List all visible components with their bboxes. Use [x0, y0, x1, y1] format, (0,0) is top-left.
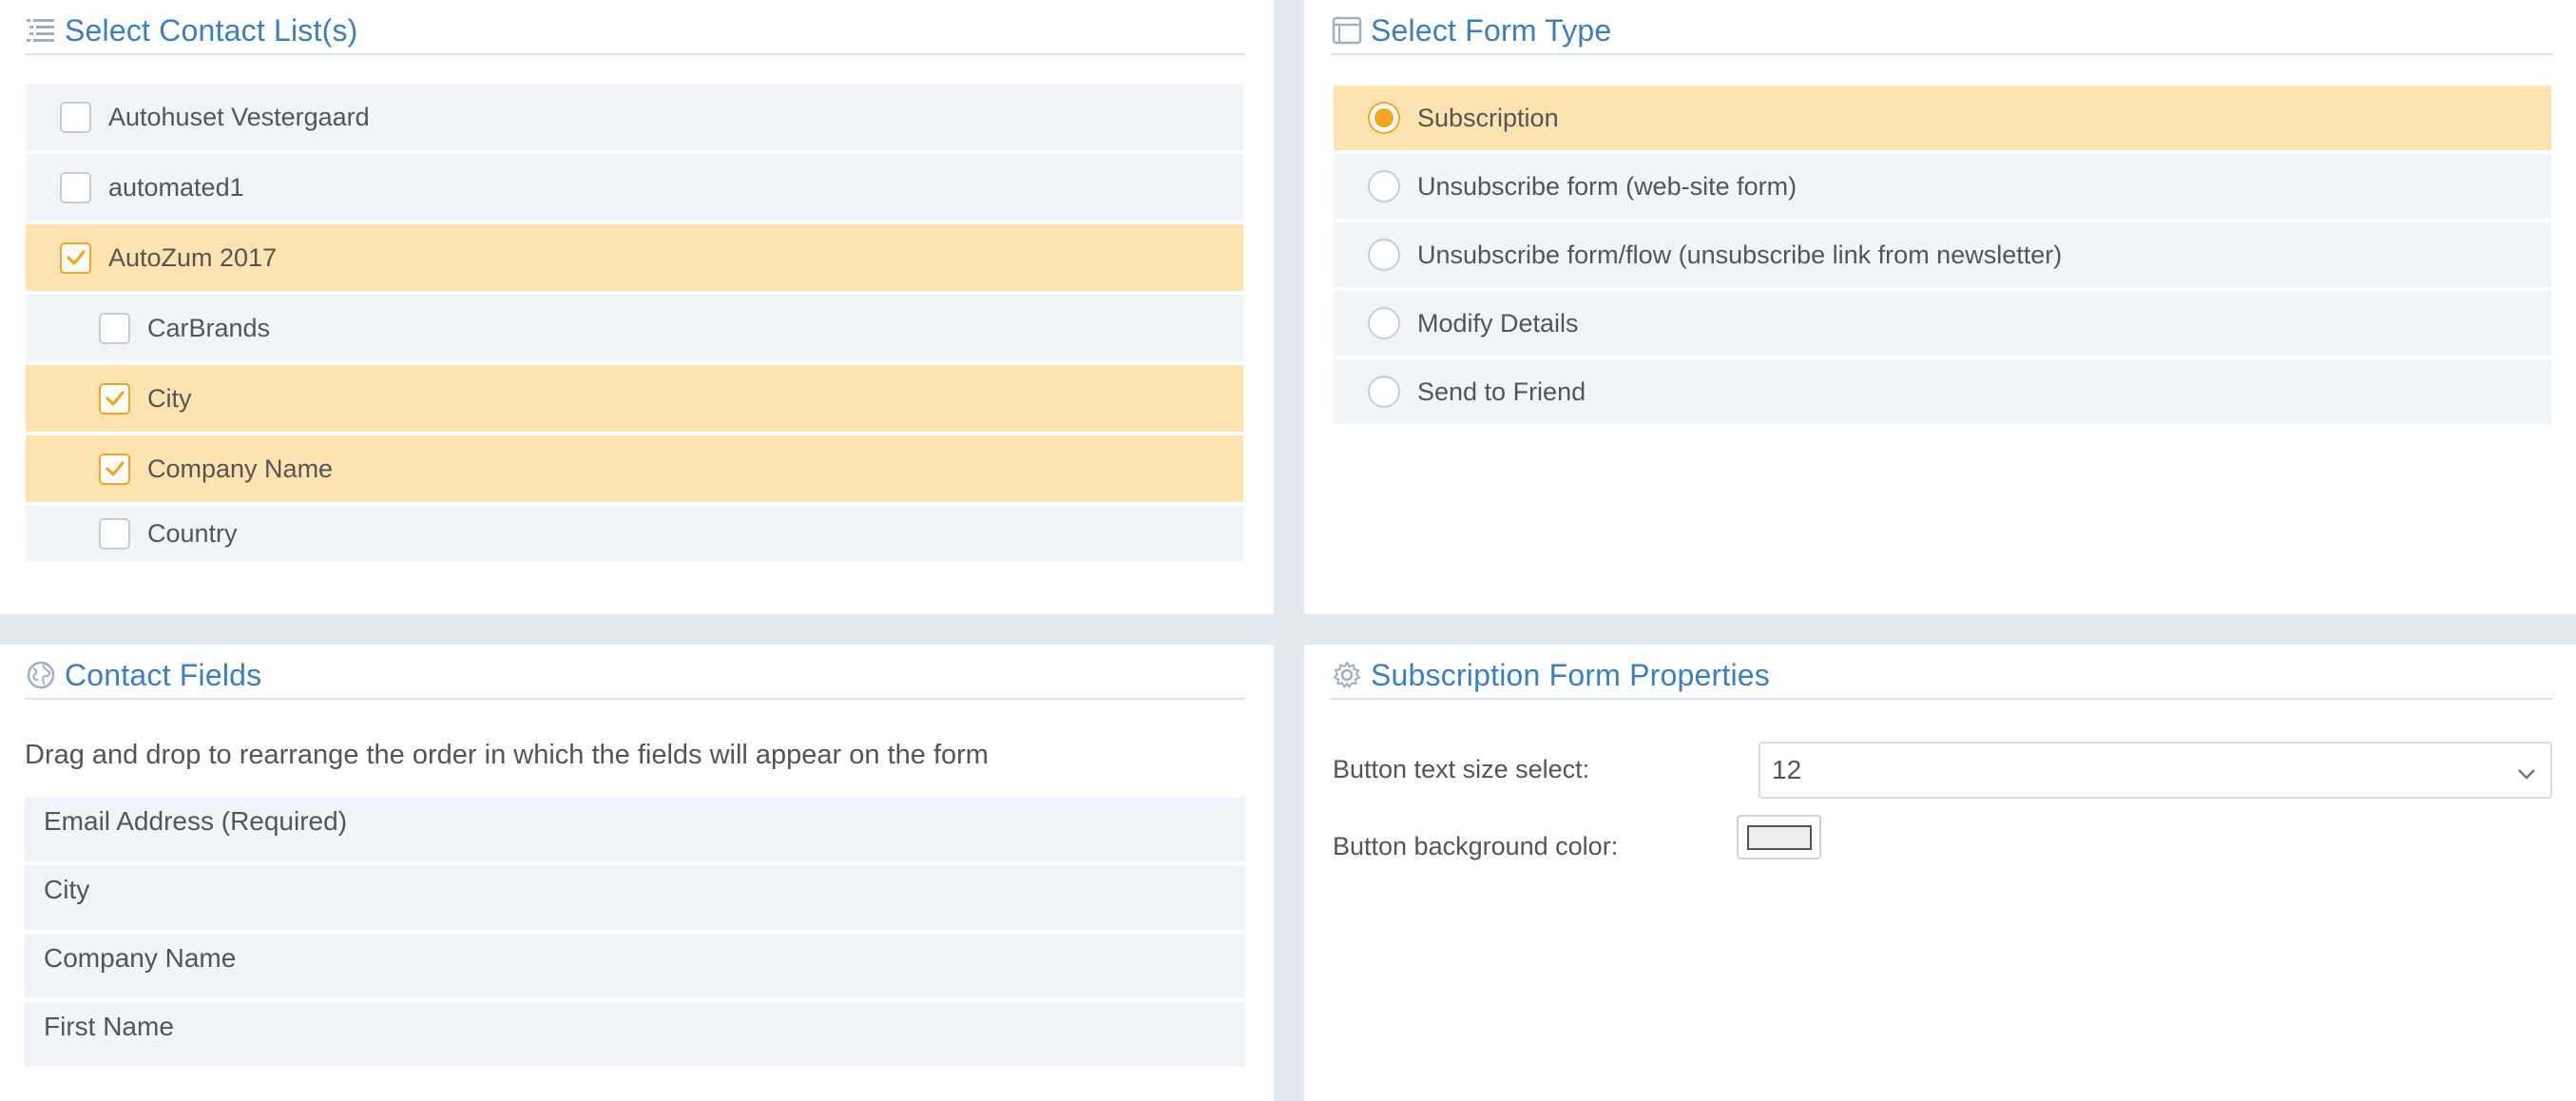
contact-field-item[interactable]: Email Address (Required) [25, 797, 1245, 861]
contact-lists-title: Select Contact List(s) [65, 12, 358, 48]
contact-fields-header: Contact Fields [25, 652, 1245, 700]
radio-button[interactable] [1368, 376, 1400, 408]
contact-list-item[interactable]: CarBrands [26, 295, 1243, 361]
contact-lists-header: Select Contact List(s) [25, 8, 1245, 55]
contact-list-item[interactable]: automated1 [26, 154, 1243, 221]
globe-icon [25, 659, 57, 691]
button-bg-color-label: Button background color: [1333, 832, 1619, 860]
contact-list-item[interactable]: AutoZum 2017 [26, 224, 1243, 291]
checkbox[interactable] [99, 382, 130, 415]
contact-list-item[interactable]: Autohuset Vestergaard [26, 84, 1243, 150]
form-type-label: Subscription [1417, 103, 1559, 132]
button-text-size-value: 12 [1772, 755, 1802, 784]
contact-list-label: AutoZum 2017 [108, 242, 278, 272]
gear-icon [1331, 659, 1363, 691]
contact-list-item[interactable]: Company Name [26, 435, 1243, 502]
checkbox[interactable] [60, 171, 91, 203]
form-type-title: Select Form Type [1371, 12, 1612, 48]
radio-button[interactable] [1368, 307, 1400, 339]
contact-field-item[interactable]: City [25, 865, 1245, 930]
form-type-options: Subscription Unsubscribe form (web-site f… [1334, 86, 2551, 428]
button-text-size-label: Button text size select: [1333, 755, 1590, 783]
checkbox[interactable] [99, 312, 130, 344]
form-type-option[interactable]: Subscription [1334, 86, 2551, 150]
form-properties-title: Subscription Form Properties [1371, 657, 1770, 692]
contact-list-label: Company Name [147, 454, 334, 483]
contact-list: Autohuset Vestergaard automated1 AutoZum 2… [26, 84, 1243, 565]
contact-fields-title: Contact Fields [65, 657, 262, 692]
form-type-label: Send to Friend [1417, 377, 1586, 406]
button-text-size-select[interactable]: 12 [1759, 742, 2552, 799]
contact-field-list: Email Address (Required) City Company Name… [25, 797, 1245, 1071]
contact-field-item[interactable]: Company Name [25, 934, 1245, 998]
radio-button[interactable] [1368, 102, 1400, 134]
form-type-label: Unsubscribe form (web-site form) [1417, 171, 1797, 201]
checkbox[interactable] [99, 453, 130, 485]
form-type-label: Modify Details [1417, 308, 1579, 338]
radio-button[interactable] [1368, 170, 1400, 203]
contact-list-label: CarBrands [147, 313, 271, 342]
contact-list-label: Autohuset Vestergaard [108, 102, 370, 131]
contact-list-item[interactable]: City [26, 365, 1243, 432]
form-type-option[interactable]: Unsubscribe form/flow (unsubscribe link … [1334, 222, 2551, 287]
list-icon [25, 14, 57, 47]
form-type-option[interactable]: Unsubscribe form (web-site form) [1334, 154, 2551, 219]
color-swatch [1746, 824, 1812, 850]
checkbox[interactable] [60, 241, 91, 274]
contact-fields-description: Drag and drop to rearrange the order in … [25, 740, 989, 770]
contact-list-label: Country [147, 518, 238, 548]
form-type-option[interactable]: Send to Friend [1334, 359, 2551, 424]
radio-button[interactable] [1368, 239, 1400, 271]
contact-list-label: automated1 [108, 172, 244, 202]
button-bg-color-picker[interactable] [1737, 815, 1821, 860]
form-type-label: Unsubscribe form/flow (unsubscribe link … [1417, 240, 2063, 269]
form-properties-panel: Subscription Form Properties [1304, 645, 2576, 1101]
form-properties-header: Subscription Form Properties [1331, 652, 2553, 700]
contact-list-label: City [147, 383, 192, 413]
window-icon [1331, 14, 1363, 47]
checkbox[interactable] [60, 101, 91, 133]
contact-list-item[interactable]: Country [26, 506, 1243, 561]
checkbox[interactable] [99, 517, 130, 550]
form-type-option[interactable]: Modify Details [1334, 291, 2551, 356]
form-type-header: Select Form Type [1331, 8, 2553, 55]
chevron-down-icon [2516, 761, 2537, 791]
contact-field-item[interactable]: First Name [25, 1002, 1245, 1067]
